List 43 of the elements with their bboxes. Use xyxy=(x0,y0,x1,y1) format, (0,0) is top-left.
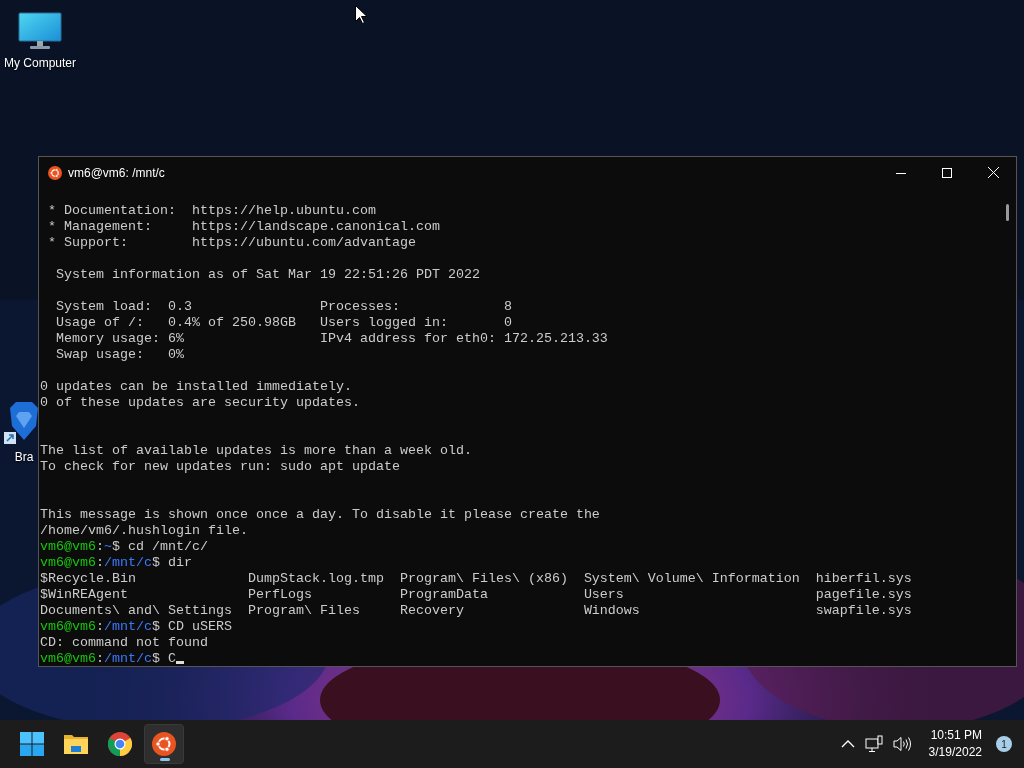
output-line: /home/vm6/.hushlogin file. xyxy=(40,523,248,538)
output-line: $Recycle.Bin DumpStack.log.tmp Program\ Files\ (x86) System\ Volume\ Information hiberfil.sys xyxy=(40,571,912,586)
output-line: * Management: https://landscape.canonical.com xyxy=(47,219,440,234)
mouse-pointer-icon xyxy=(355,5,367,24)
speaker-icon[interactable] xyxy=(892,736,911,752)
output-line: 0 of these updates are security updates. xyxy=(40,395,360,410)
output-line: System information as of Sat Mar 19 22:51:26 PDT 2022 xyxy=(55,267,480,282)
browser-icon xyxy=(108,732,132,756)
clock[interactable]: 10:51 PM 3/19/2022 xyxy=(928,727,982,761)
output-line: To check for new updates run: sudo apt update xyxy=(40,459,400,474)
icon-label: Bra xyxy=(14,450,34,464)
maximize-icon xyxy=(942,167,952,178)
notification-badge[interactable]: 1 xyxy=(996,736,1012,752)
output-line: System load: 0.3 Processes: 8 xyxy=(55,299,512,314)
output-line: The list of available updates is more than a week old. xyxy=(40,443,472,458)
windows-logo-icon xyxy=(20,732,44,756)
close-icon xyxy=(987,167,999,178)
output-line: CD: command not found xyxy=(40,635,208,650)
output-line: $WinREAgent PerfLogs ProgramData Users pagefile.sys xyxy=(40,587,912,602)
output-line: Memory usage: 6% IPv4 address for eth0: 172.25.213.33 xyxy=(55,331,608,346)
folder-icon xyxy=(63,733,89,755)
taskbar-button[interactable] xyxy=(144,724,184,764)
time-text: 10:51 PM xyxy=(930,727,982,744)
command-line: vm6@vm6:/mnt/c$ C xyxy=(40,651,176,666)
ubuntu-icon xyxy=(48,165,62,180)
icon-label: My Computer xyxy=(4,56,76,70)
command-line: vm6@vm6:/mnt/c$ CD uSERS xyxy=(40,619,232,634)
output-line: Usage of /: 0.4% of 250.98GB Users logged in: 0 xyxy=(55,315,512,330)
command-line: vm6@vm6:~$ cd /mnt/c/ xyxy=(40,539,208,554)
scrollbar-thumb[interactable] xyxy=(1006,204,1009,221)
output-line: Swap usage: 0% xyxy=(55,347,184,362)
output-line: Documents\ and\ Settings Program\ Files Recovery Windows swapfile.sys xyxy=(40,603,912,618)
window-title: vm6@vm6: /mnt/c xyxy=(68,165,166,180)
output-line: * Documentation: https://help.ubuntu.com xyxy=(47,203,376,218)
date-text: 3/19/2022 xyxy=(928,744,982,761)
command-line: vm6@vm6:/mnt/c$ dir xyxy=(40,555,192,570)
ubuntu-icon xyxy=(152,732,176,756)
output-line: 0 updates can be installed immediately. xyxy=(40,379,352,394)
monitor-icon xyxy=(18,12,62,50)
output-line: This message is shown once once a day. To disable it please create the xyxy=(40,507,600,522)
network-icon[interactable] xyxy=(864,735,883,753)
output-line: * Support: https://ubuntu.com/advantage xyxy=(47,235,416,250)
chevron-up-icon[interactable] xyxy=(840,740,855,748)
